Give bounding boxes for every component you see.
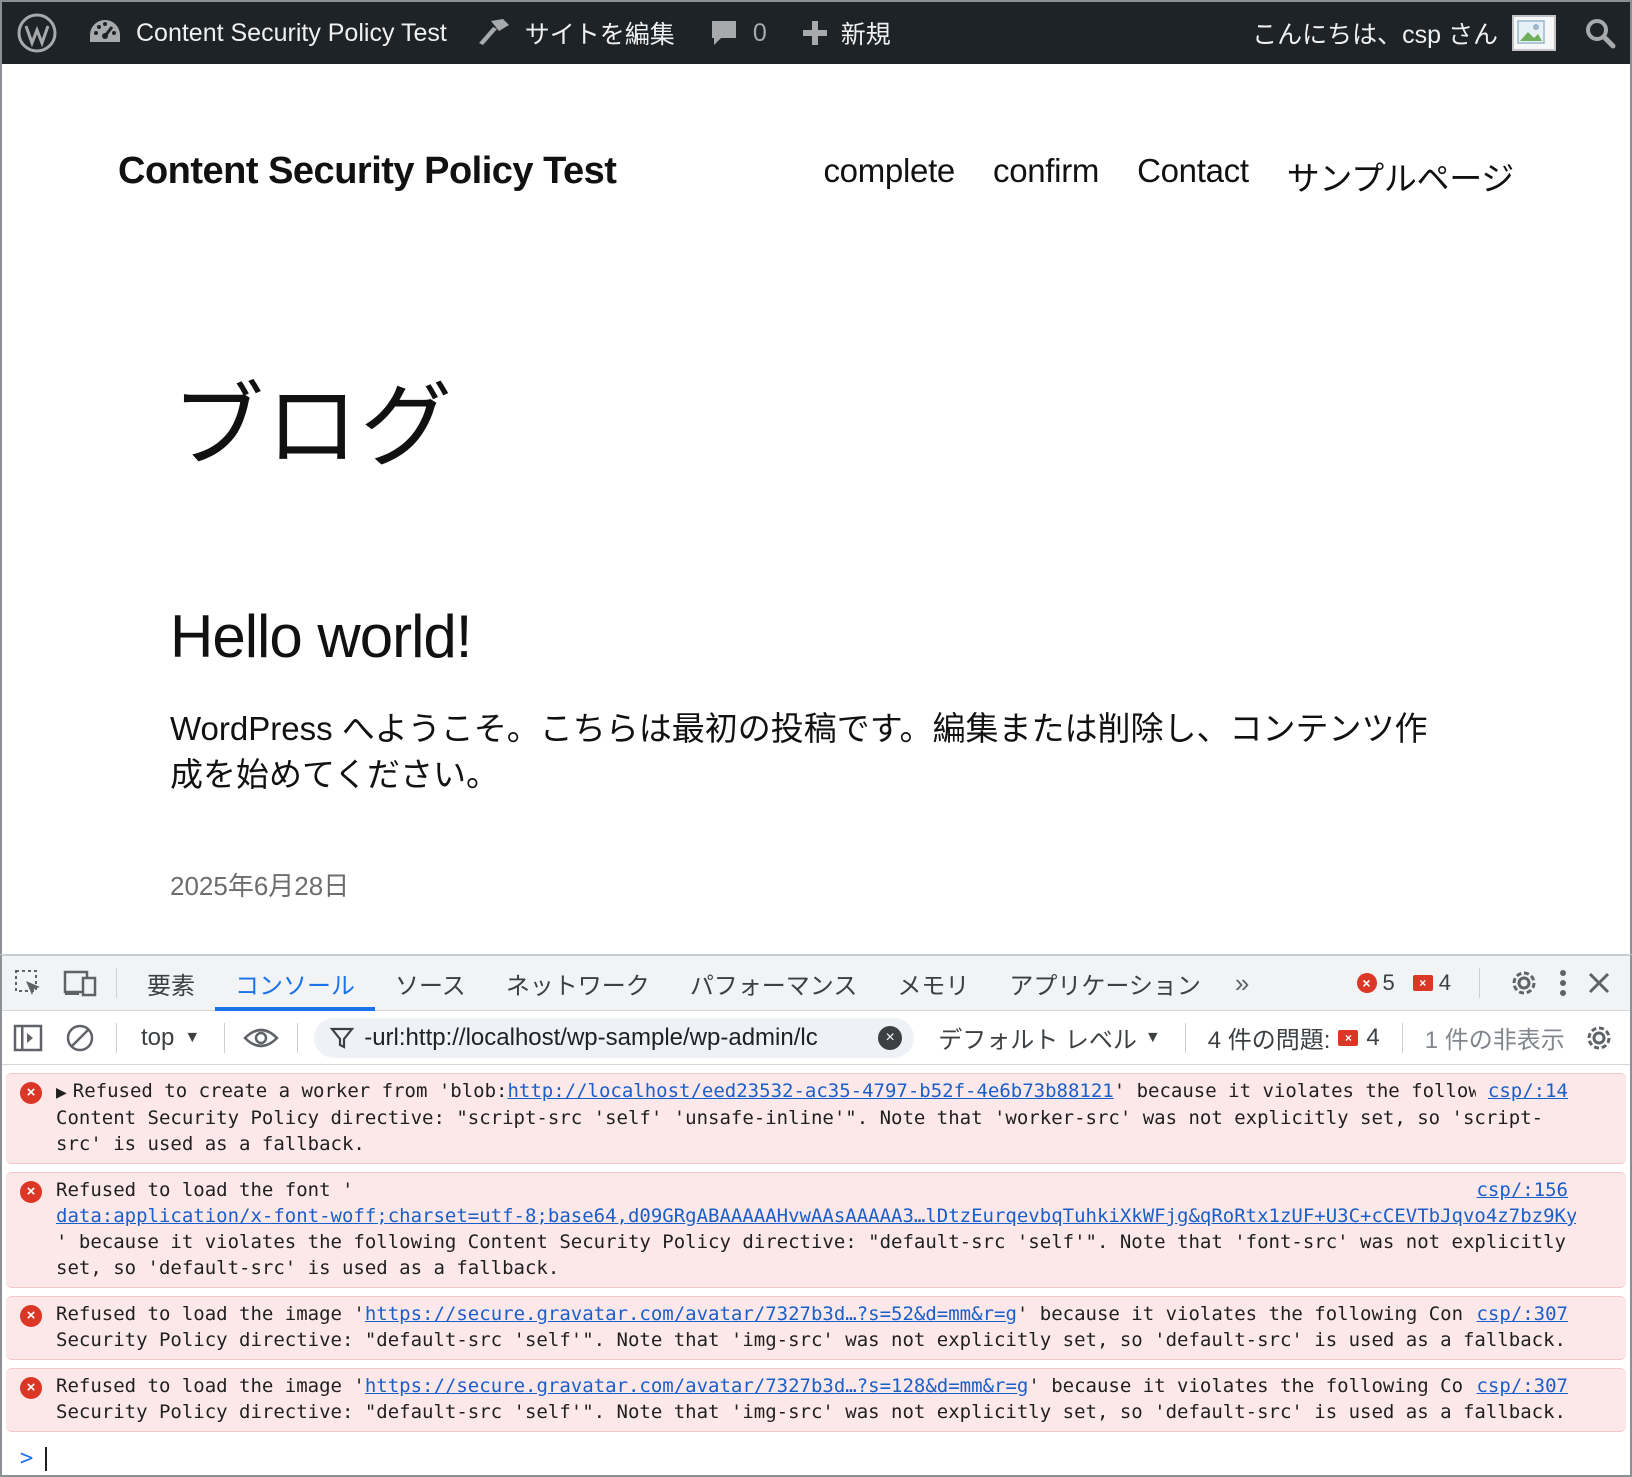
hammer-icon bbox=[478, 19, 509, 45]
text-cursor bbox=[45, 1446, 48, 1471]
post-title[interactable]: Hello world! bbox=[170, 602, 472, 671]
tab-console[interactable]: コンソール bbox=[215, 956, 375, 1011]
prompt-chevron-icon: > bbox=[20, 1446, 34, 1471]
new-content-button[interactable]: 新規 bbox=[779, 1, 903, 65]
post-date: 2025年6月28日 bbox=[170, 871, 350, 901]
console-error-message[interactable]: × Refused to load the font ' data:applic… bbox=[6, 1172, 1626, 1288]
devtools-panel: 要素 コンソール ソース ネットワーク パフォーマンス メモリ アプリケーション… bbox=[0, 954, 1632, 1477]
source-link[interactable]: csp/:307 bbox=[1464, 1301, 1568, 1327]
site-title[interactable]: Content Security Policy Test bbox=[118, 150, 617, 193]
source-link[interactable]: csp/:307 bbox=[1464, 1373, 1568, 1399]
tab-memory[interactable]: メモリ bbox=[877, 956, 989, 1011]
clear-console-icon[interactable] bbox=[54, 1010, 106, 1065]
search-icon[interactable] bbox=[1570, 1, 1630, 65]
tab-performance[interactable]: パフォーマンス bbox=[670, 956, 878, 1011]
error-icon: × bbox=[20, 1181, 42, 1203]
admin-bar-site-name[interactable]: Content Security Policy Test bbox=[68, 1, 459, 65]
expand-caret-icon[interactable]: ▶ bbox=[56, 1079, 67, 1105]
plus-icon bbox=[802, 21, 827, 45]
console-prompt[interactable]: > bbox=[20, 1446, 1630, 1471]
inspect-element-icon[interactable] bbox=[2, 956, 54, 1011]
avatar bbox=[1512, 15, 1556, 51]
site-name-label: Content Security Policy Test bbox=[136, 18, 447, 47]
error-icon: × bbox=[1356, 973, 1377, 993]
issue-flag-icon: × bbox=[1338, 1029, 1359, 1046]
divider bbox=[1479, 968, 1480, 998]
context-selector[interactable]: top ▼ bbox=[127, 1024, 214, 1052]
divider bbox=[297, 1022, 299, 1053]
message-link[interactable]: data:application/x-font-woff;charset=utf… bbox=[56, 1205, 1576, 1227]
page-title: ブログ bbox=[172, 376, 455, 478]
clear-filter-icon[interactable]: × bbox=[878, 1025, 903, 1050]
divider bbox=[1401, 1022, 1403, 1053]
message-link[interactable]: https://secure.gravatar.com/avatar/7327b… bbox=[365, 1375, 1028, 1397]
dropdown-arrow-icon: ▼ bbox=[184, 1028, 201, 1046]
log-level-selector[interactable]: デフォルト レベル ▼ bbox=[914, 1020, 1175, 1055]
edit-site-label: サイトを編集 bbox=[524, 21, 675, 49]
nav-item-confirm[interactable]: confirm bbox=[993, 152, 1099, 200]
sidebar-toggle-icon[interactable] bbox=[2, 1010, 54, 1065]
divider bbox=[224, 1022, 226, 1053]
more-tabs-icon[interactable]: » bbox=[1221, 968, 1263, 999]
kebab-menu-icon[interactable] bbox=[1558, 969, 1568, 997]
devtools-tab-bar: 要素 コンソール ソース ネットワーク パフォーマンス メモリ アプリケーション… bbox=[2, 956, 1630, 1011]
issue-counter[interactable]: × 4 bbox=[1412, 970, 1451, 996]
filter-input[interactable] bbox=[364, 1023, 869, 1052]
settings-gear-icon[interactable] bbox=[1508, 967, 1540, 999]
tab-sources[interactable]: ソース bbox=[375, 956, 486, 1011]
error-icon: × bbox=[20, 1305, 42, 1327]
my-account-button[interactable]: こんにちは、csp さん bbox=[1240, 1, 1570, 65]
console-error-message[interactable]: × Refused to load the image 'https://sec… bbox=[6, 1368, 1626, 1432]
nav-item-complete[interactable]: complete bbox=[823, 152, 955, 200]
divider bbox=[1184, 1022, 1186, 1053]
wordpress-logo-icon[interactable] bbox=[6, 1, 68, 65]
comments-count: 0 bbox=[752, 18, 767, 47]
divider bbox=[116, 968, 117, 998]
comments-button[interactable]: 0 bbox=[687, 1, 779, 65]
source-link[interactable]: csp/:14 bbox=[1475, 1078, 1568, 1104]
broken-image-icon bbox=[1517, 20, 1545, 44]
console-toolbar: top ▼ × デフォルト レベル ▼ 4 件の問題: × 4 1 件の非表示 bbox=[2, 1011, 1630, 1065]
comment-icon bbox=[711, 21, 736, 45]
console-settings-gear-icon[interactable] bbox=[1583, 1022, 1615, 1054]
live-expression-eye-icon[interactable] bbox=[235, 1010, 287, 1065]
message-link[interactable]: http://localhost/eed23532-ac35-4797-b52f… bbox=[507, 1080, 1113, 1102]
console-error-message[interactable]: × Refused to load the image 'https://sec… bbox=[6, 1296, 1626, 1360]
console-filter: × bbox=[314, 1017, 915, 1058]
error-icon: × bbox=[20, 1377, 42, 1399]
primary-navigation: complete confirm Contact サンプルページ bbox=[823, 152, 1514, 200]
error-icon: × bbox=[20, 1082, 42, 1104]
error-counter[interactable]: × 5 bbox=[1356, 970, 1395, 996]
device-toolbar-icon[interactable] bbox=[54, 956, 106, 1011]
close-icon[interactable] bbox=[1586, 970, 1612, 996]
issues-link[interactable]: 4 件の問題: × 4 bbox=[1196, 1020, 1392, 1055]
hidden-messages-count: 1 件の非表示 bbox=[1424, 1027, 1565, 1054]
divider bbox=[116, 1022, 117, 1053]
nav-item-contact[interactable]: Contact bbox=[1137, 152, 1249, 200]
issue-flag-icon: × bbox=[1412, 975, 1433, 991]
filter-funnel-icon bbox=[330, 1027, 355, 1049]
tab-elements[interactable]: 要素 bbox=[127, 956, 215, 1011]
post-excerpt: WordPress へようこそ。こちらは最初の投稿です。編集または削除し、コンテ… bbox=[170, 710, 1428, 793]
source-link[interactable]: csp/:156 bbox=[1464, 1177, 1568, 1203]
nav-item-sample-page[interactable]: サンプルページ bbox=[1287, 152, 1515, 200]
message-link[interactable]: https://secure.gravatar.com/avatar/7327b… bbox=[365, 1303, 1017, 1325]
howdy-label: こんにちは、csp さん bbox=[1252, 21, 1498, 49]
console-error-message[interactable]: × ▶ Refused to create a worker from 'blob… bbox=[6, 1073, 1626, 1164]
admin-bar: Content Security Policy Test サイトを編集 0 新規… bbox=[0, 0, 1632, 64]
new-label: 新規 bbox=[840, 21, 891, 49]
dashboard-icon bbox=[90, 20, 120, 42]
console-messages: × ▶ Refused to create a worker from 'blob… bbox=[2, 1065, 1630, 1471]
tab-application[interactable]: アプリケーション bbox=[989, 956, 1221, 1011]
tab-network[interactable]: ネットワーク bbox=[486, 956, 670, 1011]
dropdown-arrow-icon: ▼ bbox=[1144, 1028, 1161, 1046]
edit-site-button[interactable]: サイトを編集 bbox=[459, 1, 687, 65]
